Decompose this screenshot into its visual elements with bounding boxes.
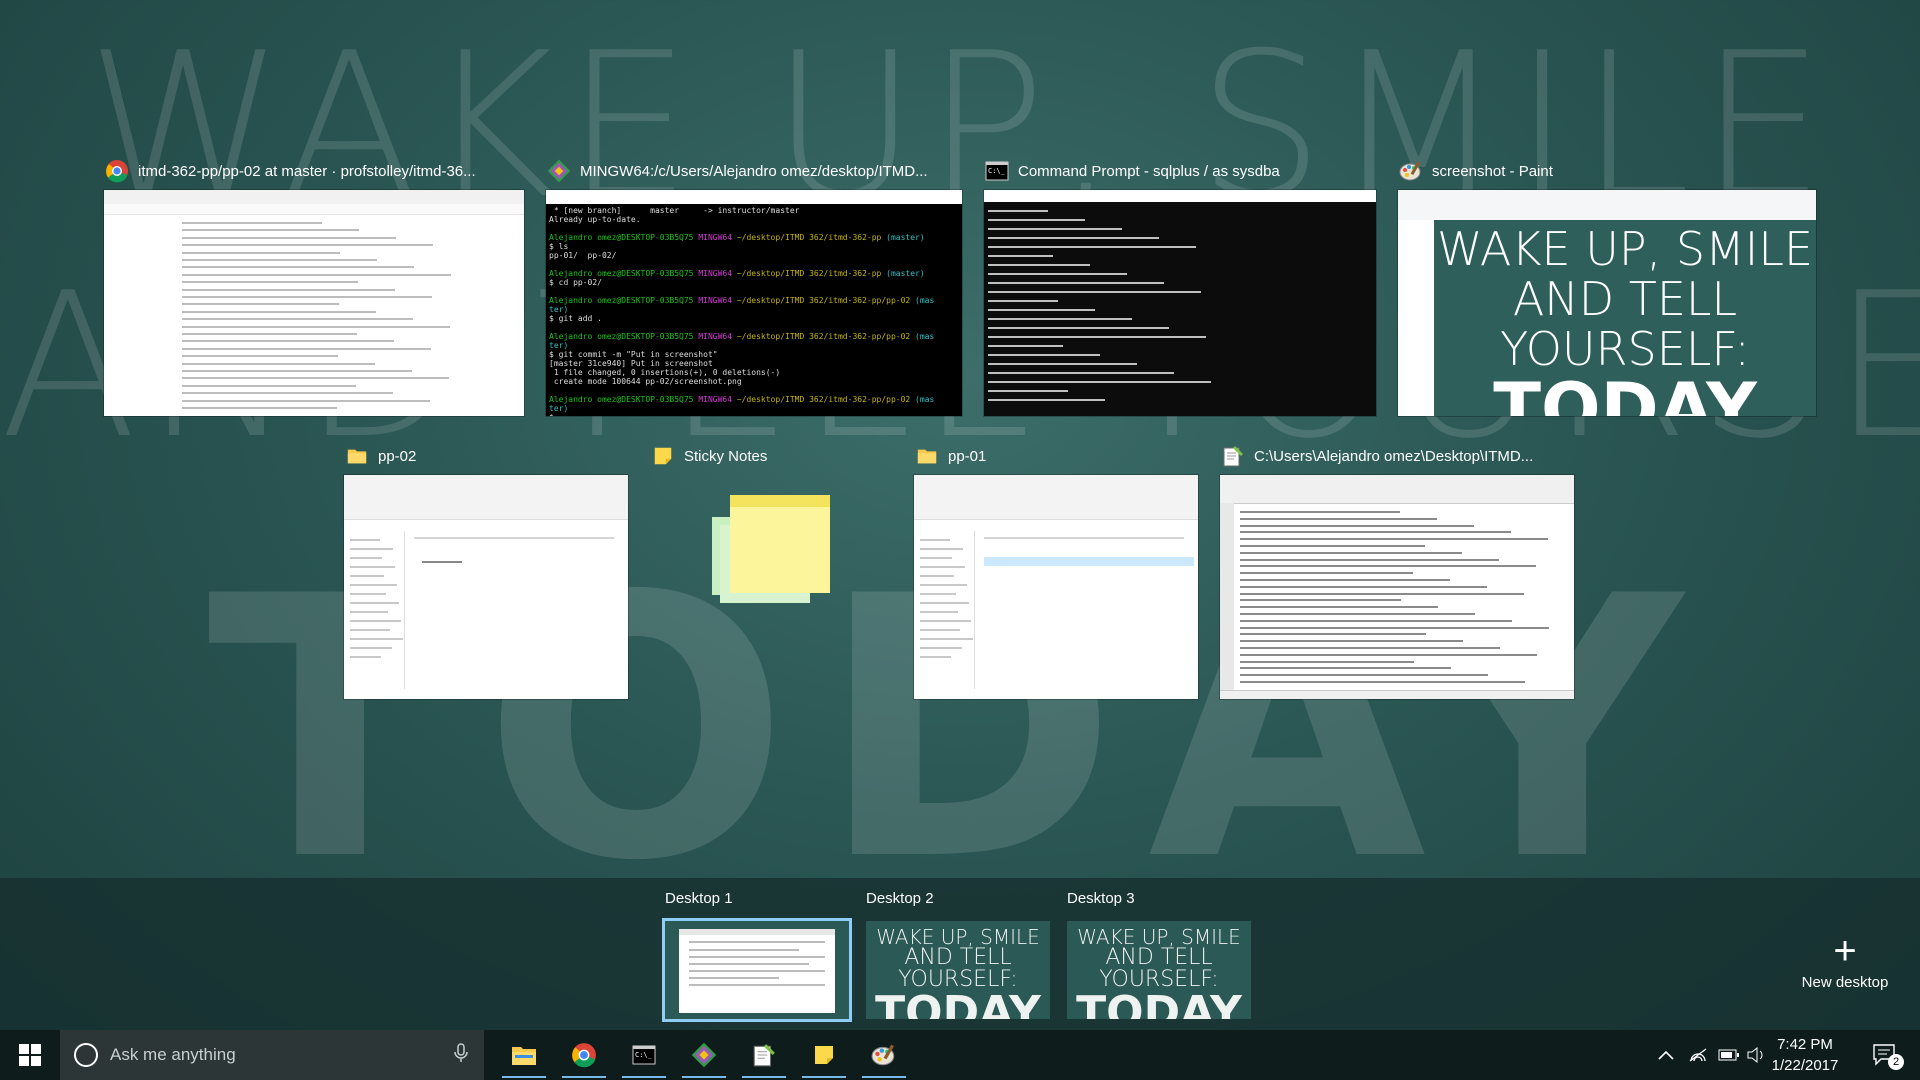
git-icon [546, 158, 572, 184]
sticky-note-thumbnail[interactable] [730, 495, 830, 593]
svg-text:C:\_: C:\_ [635, 1051, 653, 1059]
taskbar-clock[interactable]: 7:42 PM 1/22/2017 [1755, 1034, 1855, 1076]
paint-icon [871, 1044, 895, 1066]
desktop-2-thumbnail[interactable]: WAKE UP, SMILE AND TELL YOURSELF: TODAY [866, 921, 1050, 1019]
clock-date: 1/22/2017 [1771, 1057, 1839, 1074]
window-title: screenshot - Paint [1432, 162, 1553, 180]
chrome-icon [572, 1043, 596, 1068]
window-thumbnail[interactable] [984, 190, 1376, 416]
cmd-icon: C:\_ [984, 158, 1010, 184]
sticky-notes-icon [650, 443, 676, 469]
window-title: MINGW64:/c/Users/Alejandro omez/desktop/… [580, 162, 928, 180]
window-title: itmd-362-pp/pp-02 at master · profstolle… [138, 162, 476, 180]
new-desktop-button[interactable]: + New desktop [1790, 929, 1900, 991]
folder-icon [344, 443, 370, 469]
desktop-1-thumbnail[interactable] [662, 918, 852, 1022]
taskbar: Ask me anything C:\_ 7:42 PM 1/22/2017 2 [0, 1030, 1920, 1080]
cortana-search-box[interactable]: Ask me anything [60, 1030, 484, 1080]
folder-icon [914, 443, 940, 469]
cortana-icon [74, 1043, 98, 1067]
paint-icon [1398, 158, 1424, 184]
battery-icon[interactable] [1714, 1030, 1744, 1080]
window-thumbnail[interactable] [914, 475, 1198, 699]
new-desktop-label: New desktop [1801, 974, 1889, 991]
window-thumbnail[interactable] [1220, 475, 1574, 699]
window-title: Command Prompt - sqlplus / as sysdba [1018, 162, 1280, 180]
desktop-1-label: Desktop 1 [665, 890, 733, 907]
wifi-icon[interactable] [1682, 1030, 1714, 1080]
desktop-2-label: Desktop 2 [866, 890, 934, 907]
taskbar-notepad-plus-plus[interactable] [734, 1030, 794, 1080]
sticky-notes-icon [815, 1046, 833, 1064]
window-thumbnail[interactable] [104, 190, 524, 416]
notification-count-badge: 2 [1888, 1054, 1904, 1070]
action-center-button[interactable]: 2 [1860, 1030, 1910, 1080]
cmd-icon: C:\_ [632, 1045, 656, 1065]
window-title: C:\Users\Alejandro omez\Desktop\ITMD... [1254, 447, 1534, 465]
file-explorer-icon [512, 1047, 536, 1065]
windows-logo-icon [19, 1044, 41, 1066]
terminal-output: * [new branch] master -> instructor/mast… [549, 206, 935, 416]
microphone-icon[interactable] [454, 1042, 468, 1068]
notepad-plus-icon [753, 1044, 775, 1067]
window-thumbnail[interactable]: * [new branch] master -> instructor/mast… [546, 190, 962, 416]
desktop-3-thumbnail[interactable]: WAKE UP, SMILE AND TELL YOURSELF: TODAY [1067, 921, 1251, 1019]
desktop-3-label: Desktop 3 [1067, 890, 1135, 907]
plus-icon: + [1833, 929, 1857, 973]
chrome-icon [104, 158, 130, 184]
git-icon [691, 1042, 717, 1068]
window-title: pp-01 [948, 447, 987, 465]
window-thumbnail[interactable] [344, 475, 628, 699]
notepad-plus-icon [1220, 443, 1246, 469]
clock-time: 7:42 PM [1777, 1036, 1833, 1053]
search-placeholder: Ask me anything [110, 1045, 236, 1064]
svg-text:C:\_: C:\_ [988, 167, 1006, 175]
window-title: Sticky Notes [684, 447, 768, 465]
taskbar-paint[interactable] [854, 1030, 914, 1080]
taskbar-sticky-notes[interactable] [794, 1030, 854, 1080]
start-button[interactable] [0, 1030, 60, 1080]
window-thumbnail[interactable]: WAKE UP, SMILE AND TELL YOURSELF: TODAY [1398, 190, 1816, 416]
window-title: pp-02 [378, 447, 417, 465]
paint-canvas: WAKE UP, SMILE AND TELL YOURSELF: TODAY [1434, 220, 1816, 416]
taskbar-git-bash[interactable] [674, 1030, 734, 1080]
taskbar-file-explorer[interactable] [494, 1030, 554, 1080]
show-hidden-icons-chevron-icon[interactable] [1652, 1030, 1680, 1080]
taskbar-chrome[interactable] [554, 1030, 614, 1080]
taskbar-command-prompt[interactable]: C:\_ [614, 1030, 674, 1080]
